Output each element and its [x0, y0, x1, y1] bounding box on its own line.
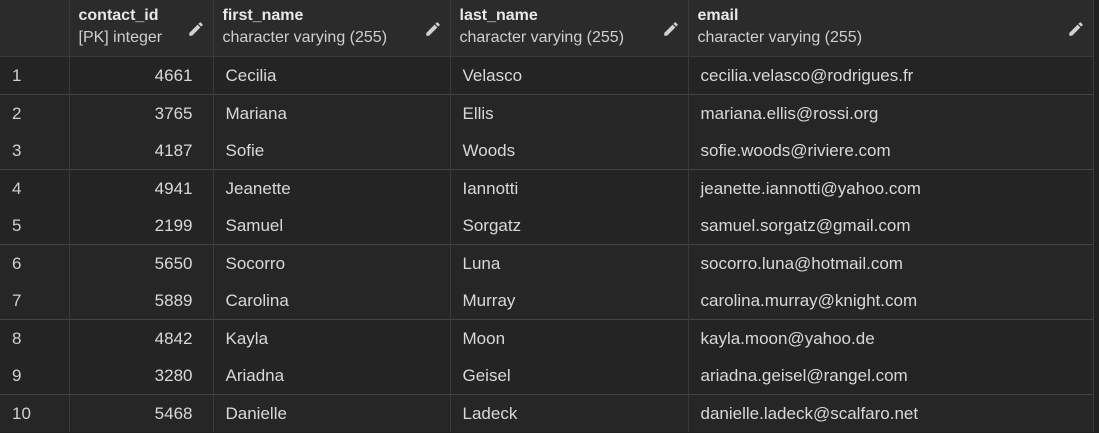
table-row[interactable]: 8 4842 Kayla Moon kayla.moon@yahoo.de — [0, 319, 1094, 357]
cell-last-name[interactable]: Moon — [450, 319, 689, 357]
cell-last-name[interactable]: Woods — [450, 132, 689, 170]
row-number[interactable]: 8 — [0, 319, 70, 357]
row-number[interactable]: 9 — [0, 357, 70, 395]
table-row[interactable]: 3 4187 Sofie Woods sofie.woods@riviere.c… — [0, 132, 1094, 170]
table-row[interactable]: 2 3765 Mariana Ellis mariana.ellis@rossi… — [0, 94, 1094, 132]
row-number[interactable]: 7 — [0, 282, 70, 320]
cell-email[interactable]: samuel.sorgatz@gmail.com — [688, 207, 1094, 245]
table-row[interactable]: 9 3280 Ariadna Geisel ariadna.geisel@ran… — [0, 357, 1094, 395]
table-row[interactable]: 4 4941 Jeanette Iannotti jeanette.iannot… — [0, 169, 1094, 207]
cell-email[interactable]: cecilia.velasco@rodrigues.fr — [688, 56, 1094, 95]
pencil-icon[interactable] — [1067, 20, 1085, 38]
cell-last-name[interactable]: Ladeck — [450, 394, 689, 432]
cell-first-name[interactable]: Sofie — [213, 132, 451, 170]
column-header-last-name[interactable]: last_name character varying (255) — [450, 0, 689, 57]
row-number[interactable]: 1 — [0, 56, 70, 95]
row-number-header[interactable] — [0, 0, 70, 57]
data-output-grid: contact_id [PK] integer first_name chara… — [0, 0, 1099, 433]
table-row[interactable]: 6 5650 Socorro Luna socorro.luna@hotmail… — [0, 244, 1094, 282]
cell-first-name[interactable]: Mariana — [213, 94, 451, 132]
row-number[interactable]: 2 — [0, 94, 70, 132]
cell-email[interactable]: socorro.luna@hotmail.com — [688, 244, 1094, 282]
cell-email[interactable]: kayla.moon@yahoo.de — [688, 319, 1094, 357]
column-name: email — [697, 7, 739, 24]
column-header-email[interactable]: email character varying (255) — [688, 0, 1094, 57]
column-type: character varying (255) — [697, 29, 863, 46]
cell-first-name[interactable]: Kayla — [213, 319, 451, 357]
row-number[interactable]: 10 — [0, 394, 70, 432]
table-row[interactable]: 10 5468 Danielle Ladeck danielle.ladeck@… — [0, 394, 1094, 432]
cell-email[interactable]: mariana.ellis@rossi.org — [688, 94, 1094, 132]
column-type: character varying (255) — [459, 29, 625, 46]
column-name: first_name — [222, 7, 304, 24]
row-number[interactable]: 5 — [0, 207, 70, 245]
header-row: contact_id [PK] integer first_name chara… — [0, 0, 1094, 57]
cell-email[interactable]: ariadna.geisel@rangel.com — [688, 357, 1094, 395]
column-type: character varying (255) — [222, 29, 388, 46]
cell-first-name[interactable]: Jeanette — [213, 169, 451, 207]
cell-contact-id[interactable]: 5889 — [69, 282, 214, 320]
cell-contact-id[interactable]: 5468 — [69, 394, 214, 432]
cell-last-name[interactable]: Luna — [450, 244, 689, 282]
result-table: contact_id [PK] integer first_name chara… — [0, 0, 1094, 432]
cell-last-name[interactable]: Iannotti — [450, 169, 689, 207]
cell-contact-id[interactable]: 4842 — [69, 319, 214, 357]
column-header-first-name[interactable]: first_name character varying (255) — [213, 0, 451, 57]
cell-email[interactable]: danielle.ladeck@scalfaro.net — [688, 394, 1094, 432]
cell-first-name[interactable]: Danielle — [213, 394, 451, 432]
cell-last-name[interactable]: Murray — [450, 282, 689, 320]
pencil-icon[interactable] — [424, 20, 442, 38]
cell-contact-id[interactable]: 4661 — [69, 56, 214, 95]
row-number[interactable]: 3 — [0, 132, 70, 170]
cell-contact-id[interactable]: 3280 — [69, 357, 214, 395]
column-header-contact-id[interactable]: contact_id [PK] integer — [69, 0, 214, 57]
cell-last-name[interactable]: Ellis — [450, 94, 689, 132]
table-row[interactable]: 5 2199 Samuel Sorgatz samuel.sorgatz@gma… — [0, 207, 1094, 245]
pencil-icon[interactable] — [662, 20, 680, 38]
table-row[interactable]: 7 5889 Carolina Murray carolina.murray@k… — [0, 282, 1094, 320]
cell-first-name[interactable]: Socorro — [213, 244, 451, 282]
cell-first-name[interactable]: Samuel — [213, 207, 451, 245]
cell-contact-id[interactable]: 3765 — [69, 94, 214, 132]
cell-first-name[interactable]: Cecilia — [213, 56, 451, 95]
row-number[interactable]: 6 — [0, 244, 70, 282]
cell-email[interactable]: carolina.murray@knight.com — [688, 282, 1094, 320]
table-row[interactable]: 1 4661 Cecilia Velasco cecilia.velasco@r… — [0, 56, 1094, 95]
cell-last-name[interactable]: Geisel — [450, 357, 689, 395]
cell-first-name[interactable]: Ariadna — [213, 357, 451, 395]
cell-contact-id[interactable]: 2199 — [69, 207, 214, 245]
cell-contact-id[interactable]: 4187 — [69, 132, 214, 170]
cell-email[interactable]: jeanette.iannotti@yahoo.com — [688, 169, 1094, 207]
cell-contact-id[interactable]: 5650 — [69, 244, 214, 282]
pencil-icon[interactable] — [187, 20, 205, 38]
cell-email[interactable]: sofie.woods@riviere.com — [688, 132, 1094, 170]
row-number[interactable]: 4 — [0, 169, 70, 207]
cell-last-name[interactable]: Sorgatz — [450, 207, 689, 245]
cell-last-name[interactable]: Velasco — [450, 56, 689, 95]
cell-first-name[interactable]: Carolina — [213, 282, 451, 320]
column-name: last_name — [459, 7, 538, 24]
cell-contact-id[interactable]: 4941 — [69, 169, 214, 207]
